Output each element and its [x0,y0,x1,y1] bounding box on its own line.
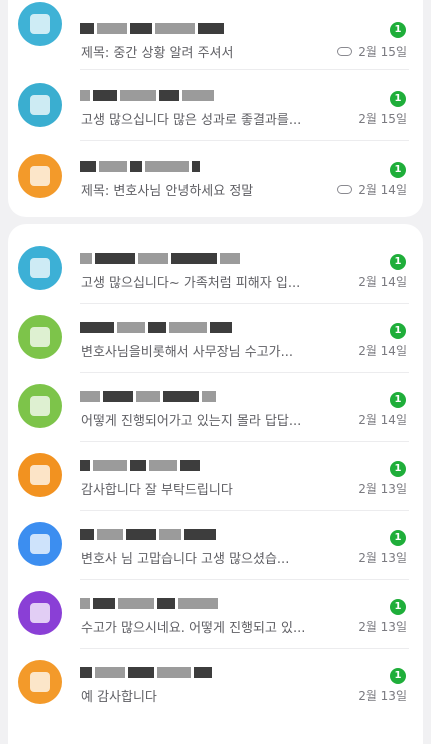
paperclip-icon [337,47,353,56]
message-preview: 예 감사합니다 [81,690,157,705]
message-date: 2월 14일 [358,344,407,358]
sender-name-redacted [80,386,280,402]
unread-badge: 1 [390,162,406,178]
message-meta: 2월 15일 [358,110,407,127]
message-meta: 2월 13일 [358,480,407,497]
contact-avatar [18,2,62,46]
row-divider [80,69,409,70]
contact-avatar [18,315,62,359]
message-meta: 2월 13일 [358,549,407,566]
message-row[interactable]: 1 고생 많으십니다~ 가족처럼 피해자 입... 2월 14일 [8,234,423,304]
message-group-bottom: 1 고생 많으십니다~ 가족처럼 피해자 입... 2월 14일 1 변호사님을… [8,224,423,744]
sender-name-redacted [80,524,280,540]
message-date: 2월 13일 [358,620,407,634]
message-date: 2월 13일 [358,482,407,496]
message-meta: 2월 15일 [337,43,407,60]
sender-name-redacted [80,156,280,172]
message-preview: 변호사 님 고맙습니다 고생 많으셨습... [81,552,290,567]
message-row[interactable]: 1 고생 많으십니다 많은 성과로 좋결과를... 2월 15일 [8,71,423,141]
message-row[interactable]: 1 제목: 변호사님 안녕하세요 정말 2월 14일 [8,142,423,212]
unread-badge: 1 [390,392,406,408]
message-preview: 제목: 변호사님 안녕하세요 정말 [81,184,254,199]
message-preview: 제목: 중간 상황 알려 주셔서 [81,46,234,61]
sender-name-redacted [80,455,280,471]
message-preview: 어떻게 진행되어가고 있는지 몰라 답답... [81,414,302,429]
message-date: 2월 15일 [358,45,407,59]
sender-name-redacted [80,248,280,264]
message-row[interactable]: 1 제목: 중간 상황 알려 주셔서 2월 15일 [8,0,423,70]
message-preview: 고생 많으십니다~ 가족처럼 피해자 입... [81,276,301,291]
message-preview: 고생 많으십니다 많은 성과로 좋결과를... [81,113,302,128]
message-date: 2월 15일 [358,112,407,126]
message-group-top: 1 제목: 중간 상황 알려 주셔서 2월 15일 1 고생 많으십니다 많은 … [8,0,423,217]
message-date: 2월 13일 [358,551,407,565]
message-date: 2월 14일 [358,275,407,289]
contact-avatar [18,154,62,198]
contact-avatar [18,522,62,566]
message-row[interactable]: 1 어떻게 진행되어가고 있는지 몰라 답답... 2월 14일 [8,372,423,442]
unread-badge: 1 [390,599,406,615]
contact-avatar [18,384,62,428]
message-row[interactable]: 1 예 감사합니다 2월 13일 [8,648,423,718]
unread-badge: 1 [390,91,406,107]
row-divider [80,140,409,141]
unread-badge: 1 [390,668,406,684]
message-meta: 2월 14일 [358,273,407,290]
contact-avatar [18,246,62,290]
message-row[interactable]: 1 감사합니다 잘 부탁드립니다 2월 13일 [8,441,423,511]
message-meta: 2월 13일 [358,618,407,635]
sender-name-redacted [80,85,280,101]
sender-name-redacted [80,593,280,609]
unread-badge: 1 [390,22,406,38]
message-preview: 변호사님을비롯해서 사무장님 수고가... [81,345,294,360]
unread-badge: 1 [390,461,406,477]
message-date: 2월 14일 [358,183,407,197]
message-preview: 수고가 많으시네요. 어떻게 진행되고 있... [81,621,306,636]
message-row[interactable]: 1 수고가 많으시네요. 어떻게 진행되고 있... 2월 13일 [8,579,423,649]
message-meta: 2월 13일 [358,687,407,704]
message-meta: 2월 14일 [358,342,407,359]
sender-name-redacted [80,18,280,34]
message-meta: 2월 14일 [337,181,407,198]
unread-badge: 1 [390,530,406,546]
paperclip-icon [337,185,353,194]
message-row[interactable]: 1 변호사님을비롯해서 사무장님 수고가... 2월 14일 [8,303,423,373]
message-date: 2월 13일 [358,689,407,703]
message-preview: 감사합니다 잘 부탁드립니다 [81,483,233,498]
message-row[interactable]: 1 변호사 님 고맙습니다 고생 많으셨습... 2월 13일 [8,510,423,580]
contact-avatar [18,591,62,635]
contact-avatar [18,453,62,497]
contact-avatar [18,83,62,127]
unread-badge: 1 [390,323,406,339]
sender-name-redacted [80,317,280,333]
unread-badge: 1 [390,254,406,270]
sender-name-redacted [80,662,280,678]
message-date: 2월 14일 [358,413,407,427]
contact-avatar [18,660,62,704]
message-meta: 2월 14일 [358,411,407,428]
